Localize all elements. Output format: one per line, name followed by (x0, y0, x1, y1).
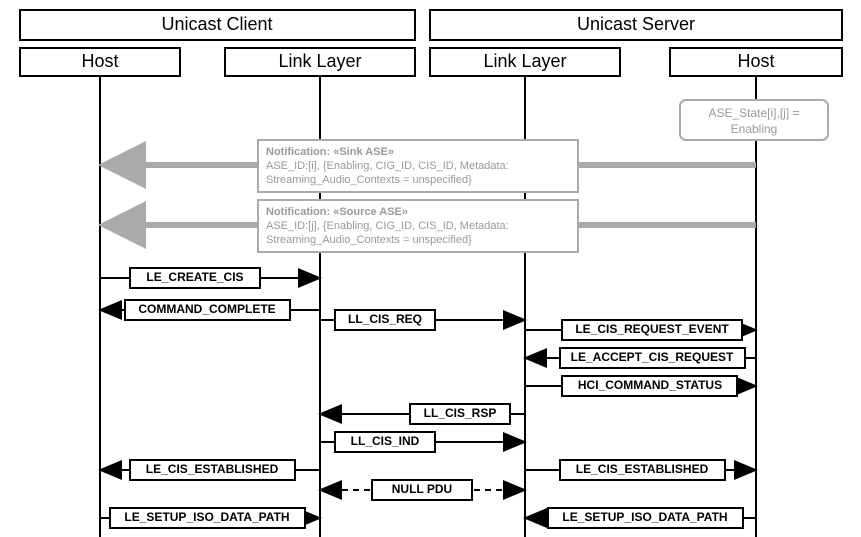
link-left-label: Link Layer (278, 51, 361, 71)
sink-l1: ASE_ID:[i], {Enabling, CIG_ID, CIS_ID, M… (266, 160, 509, 172)
label-iso-l: LE_SETUP_ISO_DATA_PATH (124, 510, 289, 524)
label-cis-rsp: LL_CIS_RSP (424, 406, 497, 420)
label-established-l: LE_CIS_ESTABLISHED (146, 462, 279, 476)
ase-state-line1: ASE_State[i],[j] = (708, 106, 799, 120)
host-right-label: Host (737, 51, 774, 71)
sink-l2: Streaming_Audio_Contexts = unspecified} (266, 174, 472, 186)
label-null-pdu: NULL PDU (392, 482, 452, 496)
source-title: Notification: «Source ASE» (266, 206, 408, 218)
label-cis-req-event: LE_CIS_REQUEST_EVENT (575, 322, 729, 336)
client-group-label: Unicast Client (161, 14, 272, 34)
link-right-label: Link Layer (483, 51, 566, 71)
label-accept-cis: LE_ACCEPT_CIS_REQUEST (571, 350, 734, 364)
host-left-label: Host (81, 51, 118, 71)
source-l2: Streaming_Audio_Contexts = unspecified} (266, 234, 472, 246)
label-cis-req: LL_CIS_REQ (348, 312, 422, 326)
label-cis-ind: LL_CIS_IND (351, 434, 420, 448)
sink-title: Notification: «Sink ASE» (266, 146, 394, 158)
server-group-label: Unicast Server (577, 14, 695, 34)
label-iso-r: LE_SETUP_ISO_DATA_PATH (562, 510, 727, 524)
source-l1: ASE_ID:[j], {Enabling, CIG_ID, CIS_ID, M… (266, 220, 509, 232)
label-hci-status: HCI_COMMAND_STATUS (578, 378, 722, 392)
label-create-cis: LE_CREATE_CIS (146, 270, 243, 284)
ase-state-line2: Enabling (731, 122, 778, 136)
label-cmd-complete: COMMAND_COMPLETE (138, 302, 275, 316)
label-established-r: LE_CIS_ESTABLISHED (576, 462, 709, 476)
